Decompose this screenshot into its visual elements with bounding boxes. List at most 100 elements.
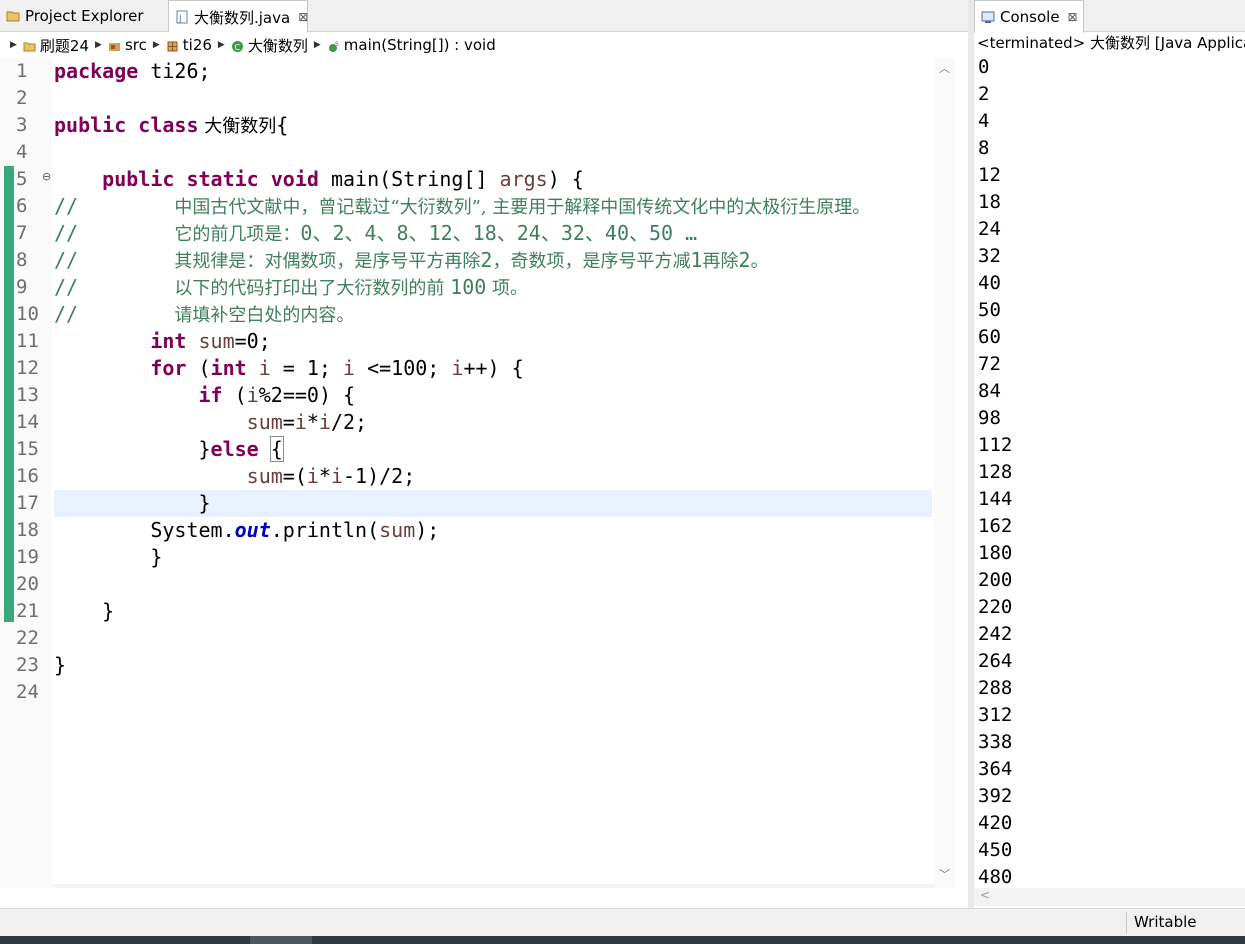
console-output-line: 420 [978, 812, 1013, 834]
code-line: for (int i = 1; i <=100; i++) { [150, 356, 524, 380]
horizontal-scrollbar[interactable]: < [974, 888, 1245, 906]
line-number: 13 [16, 384, 39, 406]
tab-editor-file[interactable]: J 大衡数列.java ⊠ [168, 0, 308, 33]
comment-line: // 它的前几项是：0、2、4、8、12、18、24、32、40、50 … [54, 221, 698, 245]
horizontal-scrollbar[interactable]: < > [52, 884, 934, 888]
console-output-line: 162 [978, 515, 1013, 537]
taskbar-item[interactable] [250, 936, 312, 944]
line-number: 9 [16, 276, 28, 298]
console-output-line: 180 [978, 542, 1013, 564]
console-output-line: 24 [978, 218, 1001, 240]
console-output-line: 112 [978, 434, 1013, 456]
folder-icon [6, 9, 20, 23]
chevron-right-icon[interactable]: ▶ [10, 40, 17, 50]
comment-line: // 以下的代码打印出了大衍数列的前 100 项。 [54, 275, 529, 299]
code-line: } [54, 653, 67, 677]
line-number: 2 [16, 87, 28, 109]
code-line: }else { [198, 436, 284, 462]
console-output-line: 12 [978, 164, 1001, 186]
writable-status: Writable [1134, 913, 1197, 931]
line-number: 1 [16, 60, 28, 82]
console-output-line: 2 [978, 83, 990, 105]
tab-label: Project Explorer [25, 7, 144, 25]
comment-line: // 其规律是：对偶数项，是序号平方再除2，奇数项，是序号平方减1再除2。 [54, 248, 769, 272]
console-output-line: 4 [978, 110, 990, 132]
class-icon: C [231, 39, 244, 52]
line-number: 17 [16, 492, 39, 514]
eclipse-window: Project Explorer J 大衡数列.java ⊠ ▶ 刷题24 ▶ … [0, 0, 1245, 944]
java-file-icon: J [175, 10, 189, 24]
tab-project-explorer[interactable]: Project Explorer [0, 0, 165, 32]
console-output-line: 364 [978, 758, 1013, 780]
console-output-line: 242 [978, 623, 1013, 645]
line-number: 3 [16, 114, 28, 136]
console-output-line: 392 [978, 785, 1013, 807]
console-output-line: 8 [978, 137, 990, 159]
console-output-line: 32 [978, 245, 1001, 267]
console-output-line: 450 [978, 839, 1013, 861]
chevron-right-icon[interactable]: ▶ [95, 40, 102, 50]
change-marker [4, 166, 14, 622]
close-icon[interactable]: ⊠ [298, 10, 308, 24]
line-number: 19 [16, 546, 39, 568]
line-number: 7 [16, 222, 28, 244]
console-icon [981, 10, 995, 24]
chevron-right-icon[interactable]: ▶ [153, 40, 160, 50]
code-line: if (i%2==0) { [198, 383, 356, 407]
taskbar [0, 936, 1245, 944]
line-number: 24 [16, 681, 39, 703]
breadcrumb-item[interactable]: main(String[]) : void [344, 36, 496, 54]
breadcrumb-item[interactable]: ti26 [183, 36, 212, 54]
code-line: } [102, 599, 115, 623]
console-status: <terminated> 大衡数列 [Java Applicat [977, 34, 1245, 52]
breadcrumb-item[interactable]: 刷题24 [40, 35, 89, 56]
chevron-up-icon[interactable]: ︿ [939, 60, 950, 76]
breadcrumb-item[interactable]: src [125, 36, 147, 54]
code-line: } [150, 545, 163, 569]
console-output-line: 220 [978, 596, 1013, 618]
console-output-line: 200 [978, 569, 1013, 591]
line-number: 16 [16, 465, 39, 487]
console-output[interactable]: 0 2 4 8 12 18 24 32 40 50 60 72 84 98 112 128 144 162 180 2… [978, 54, 1012, 891]
svg-text:S: S [335, 41, 339, 48]
line-number: 20 [16, 573, 39, 595]
vertical-scrollbar[interactable]: ︿ ﹀ [934, 58, 955, 888]
console-output-line: 312 [978, 704, 1013, 726]
console-output-line: 84 [978, 380, 1001, 402]
fold-collapse-icon[interactable]: ⊖ [42, 170, 51, 183]
chevron-down-icon[interactable]: ﹀ [939, 866, 950, 882]
chevron-left-icon[interactable]: < [58, 886, 68, 888]
line-number: 12 [16, 357, 39, 379]
svg-text:C: C [234, 43, 240, 52]
console-tab-bar: Console ⊠ [974, 0, 1245, 33]
line-number: 15 [16, 438, 39, 460]
console-view: Console ⊠ <terminated> 大衡数列 [Java Applic… [974, 0, 1245, 908]
console-output-line: 288 [978, 677, 1013, 699]
current-line: } [54, 490, 932, 517]
line-number: 18 [16, 519, 39, 541]
code-line: System.out.println(sum); [150, 518, 440, 542]
code-line: sum=(i*i-1)/2; [246, 464, 416, 488]
tab-label: 大衡数列.java [194, 8, 291, 27]
breadcrumb-item[interactable]: 大衡数列 [248, 35, 308, 56]
chevron-right-icon[interactable]: ▶ [314, 40, 321, 50]
code-editor[interactable]: 1 2 3 4 5 6 7 8 9 10 11 12 13 14 15 16 17 18 19 20 21 22 23 24 … [0, 58, 955, 888]
breadcrumb: ▶ 刷题24 ▶ src ▶ ti26 ▶ C 大衡数列 ▶ S main(St… [0, 32, 968, 58]
status-separator [1126, 912, 1127, 934]
tab-console[interactable]: Console ⊠ [974, 0, 1084, 33]
console-output-line: 0 [978, 56, 990, 78]
code-line: package ti26; [54, 59, 211, 83]
code-line: public class 大衡数列{ [54, 113, 289, 137]
comment-line: // 请填补空白处的内容。 [54, 302, 355, 326]
console-output-line: 98 [978, 407, 1001, 429]
chevron-right-icon[interactable]: ▶ [218, 40, 225, 50]
chevron-right-icon[interactable]: > [918, 886, 928, 888]
console-output-line: 72 [978, 353, 1001, 375]
code-line: sum=i*i/2; [246, 410, 368, 434]
close-icon[interactable]: ⊠ [1068, 10, 1078, 24]
svg-text:J: J [178, 14, 182, 24]
console-output-line: 60 [978, 326, 1001, 348]
chevron-left-icon[interactable]: < [980, 888, 990, 902]
package-icon [166, 39, 179, 52]
code-line: public static void main(String[] args) { [102, 167, 584, 191]
